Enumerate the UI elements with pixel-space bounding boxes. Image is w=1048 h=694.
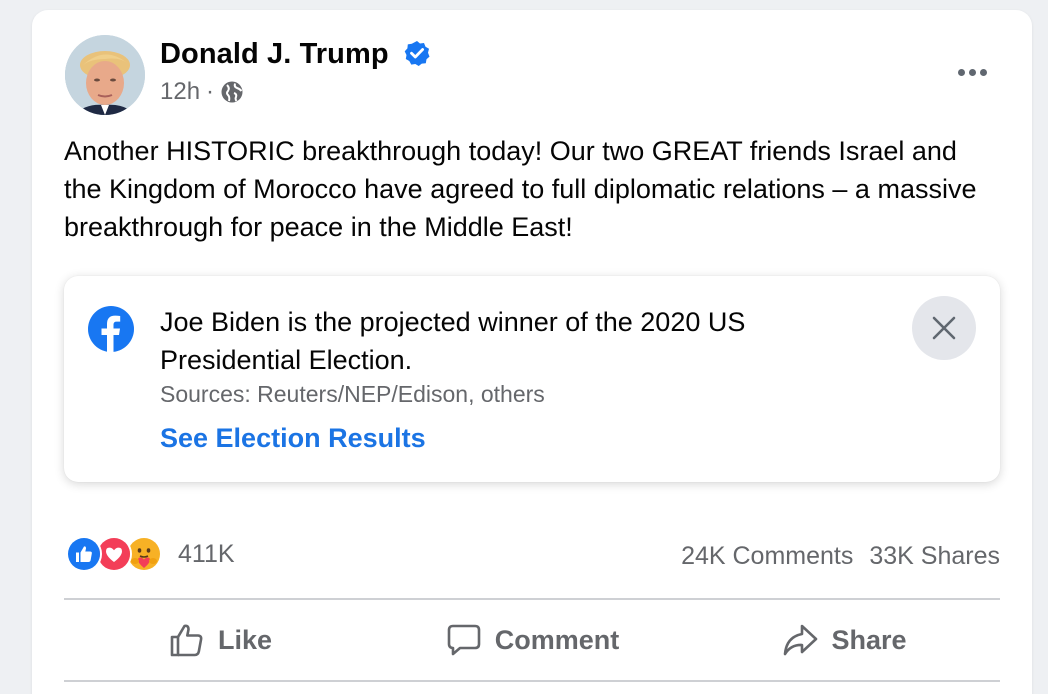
see-election-results-link[interactable]: See Election Results <box>160 423 426 454</box>
post-text: Another HISTORIC breakthrough today! Our… <box>64 136 977 242</box>
comment-button[interactable]: Comment <box>376 600 688 680</box>
like-label: Like <box>217 624 273 655</box>
verified-badge-icon <box>404 40 430 66</box>
like-icon <box>168 621 206 659</box>
avatar[interactable] <box>65 35 145 115</box>
share-icon <box>781 621 819 659</box>
comment-label: Comment <box>494 624 620 655</box>
notice-title: Joe Biden is the projected winner of the… <box>160 307 746 375</box>
facebook-logo-icon <box>88 306 134 352</box>
more-options-icon[interactable] <box>948 54 996 90</box>
comment-icon <box>445 621 483 659</box>
post-meta: 12h · <box>160 78 244 106</box>
share-button[interactable]: Share <box>688 600 1000 680</box>
meta-separator: · <box>206 78 215 105</box>
election-info-notice: Joe Biden is the projected winner of the… <box>64 276 1000 482</box>
post-card: Donald J. Trump 12h · Another HISTORIC b… <box>32 10 1032 694</box>
like-reaction-icon <box>66 536 102 572</box>
share-label: Share <box>831 624 907 655</box>
shares-count[interactable]: 33K Shares <box>869 542 1000 571</box>
divider <box>64 680 1000 682</box>
post-actions: Like Comment Share <box>64 600 1000 680</box>
globe-icon[interactable] <box>220 80 244 104</box>
close-icon[interactable] <box>912 296 976 360</box>
comments-count[interactable]: 24K Comments <box>681 542 853 571</box>
reactions-summary[interactable]: 411K <box>66 536 235 572</box>
post-time[interactable]: 12h <box>160 78 200 106</box>
reaction-count[interactable]: 411K <box>178 540 235 569</box>
engagement-summary: 24K Comments 33K Shares <box>681 542 1000 571</box>
notice-sources: Sources: Reuters/NEP/Edison, others <box>160 381 545 407</box>
author-name[interactable]: Donald J. Trump <box>160 38 389 71</box>
like-button[interactable]: Like <box>64 600 376 680</box>
